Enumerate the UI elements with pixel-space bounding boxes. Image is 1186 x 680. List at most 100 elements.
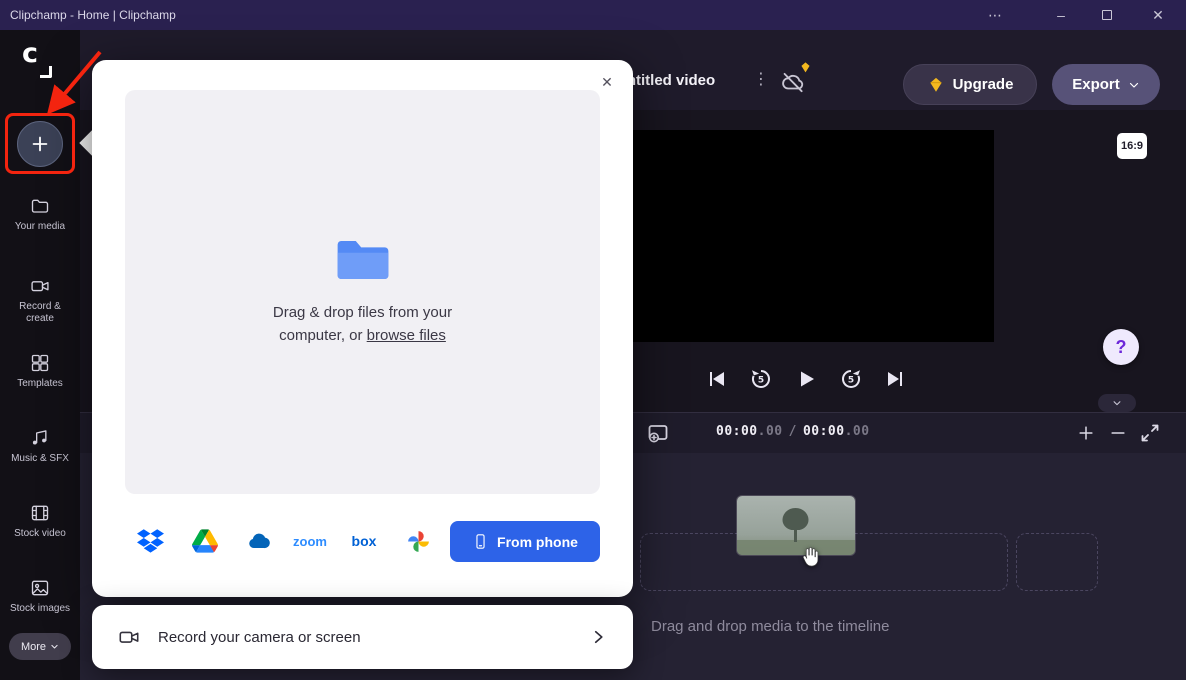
svg-text:5: 5 bbox=[758, 376, 764, 386]
google-drive-icon bbox=[192, 529, 218, 553]
app-window: Clipchamp - Home | Clipchamp ⋯ – ✕ Untit… bbox=[0, 0, 1186, 680]
kebab-icon: ⋮ bbox=[753, 71, 769, 88]
time-separator: / bbox=[789, 424, 797, 439]
import-zoom-button[interactable]: zoom bbox=[288, 522, 332, 560]
logo-bracket-icon bbox=[40, 66, 52, 78]
rewind-5s-button[interactable]: 5 bbox=[748, 366, 774, 392]
forward-5-icon: 5 bbox=[839, 367, 863, 391]
sidebar-item-music-sfx[interactable]: Music & SFX bbox=[0, 428, 80, 465]
play-button[interactable] bbox=[793, 366, 819, 392]
window-close-button[interactable]: ✕ bbox=[1130, 0, 1186, 30]
modal-close-button[interactable]: ✕ bbox=[597, 72, 617, 92]
add-media-plus-button[interactable] bbox=[17, 121, 63, 167]
import-dropbox-button[interactable] bbox=[128, 522, 172, 560]
skip-back-icon bbox=[704, 367, 728, 391]
upgrade-button[interactable]: Upgrade bbox=[903, 64, 1037, 105]
export-label: Export bbox=[1072, 76, 1120, 93]
logo-letter: c bbox=[22, 38, 38, 69]
aspect-ratio-badge[interactable]: 16:9 bbox=[1117, 133, 1147, 159]
browse-files-link[interactable]: browse files bbox=[367, 327, 446, 344]
from-phone-label: From phone bbox=[497, 534, 578, 550]
sidebar-item-label: Templates bbox=[4, 378, 76, 390]
close-icon: ✕ bbox=[1152, 7, 1164, 24]
premium-badge-icon bbox=[799, 61, 812, 74]
add-media-to-timeline-icon[interactable] bbox=[646, 421, 670, 445]
import-media-modal: ✕ Drag & drop files from your computer, … bbox=[92, 60, 633, 597]
tree-landscape-image bbox=[737, 496, 855, 555]
time-total-frac: .00 bbox=[845, 424, 870, 439]
file-dropzone[interactable]: Drag & drop files from your computer, or… bbox=[125, 90, 600, 494]
help-button[interactable]: ? bbox=[1103, 329, 1139, 365]
dropzone-instruction-prefix: computer, or bbox=[279, 327, 367, 344]
export-button[interactable]: Export bbox=[1052, 64, 1160, 105]
window-more-button[interactable]: ⋯ bbox=[972, 0, 1018, 30]
onedrive-icon bbox=[244, 528, 274, 554]
sidebar-item-your-media[interactable]: Your media bbox=[0, 196, 80, 233]
dropzone-instruction-line2: computer, or browse files bbox=[279, 324, 446, 347]
zoom-logo-text: zoom bbox=[293, 534, 327, 549]
clipchamp-logo[interactable]: c bbox=[16, 40, 60, 80]
minimize-icon: – bbox=[1057, 7, 1065, 23]
forward-5s-button[interactable]: 5 bbox=[838, 366, 864, 392]
sidebar-item-stock-video[interactable]: Stock video bbox=[0, 503, 80, 540]
phone-icon bbox=[472, 533, 489, 550]
timeline-drop-hint: Drag and drop media to the timeline bbox=[651, 618, 889, 635]
time-current: 00:00 bbox=[716, 424, 758, 439]
sidebar-item-label: Your media bbox=[4, 221, 76, 233]
from-phone-button[interactable]: From phone bbox=[450, 521, 600, 562]
box-logo-text: box bbox=[352, 533, 377, 549]
rewind-5-icon: 5 bbox=[749, 367, 773, 391]
timecode-display: 00:00.00/00:00.00 bbox=[716, 424, 870, 439]
play-icon bbox=[794, 367, 818, 391]
svg-text:5: 5 bbox=[848, 376, 854, 386]
sidebar-item-label: Stock images bbox=[4, 603, 76, 615]
grab-hand-cursor-icon bbox=[797, 544, 821, 568]
time-current-frac: .00 bbox=[758, 424, 783, 439]
record-bar-label: Record your camera or screen bbox=[158, 629, 361, 646]
sidebar-item-templates[interactable]: Templates bbox=[0, 353, 80, 390]
sidebar-item-stock-images[interactable]: Stock images bbox=[0, 578, 80, 615]
skip-to-start-button[interactable] bbox=[703, 366, 729, 392]
video-title-menu-button[interactable]: ⋮ bbox=[749, 68, 773, 92]
blue-folder-icon bbox=[334, 237, 392, 283]
music-note-icon bbox=[30, 428, 50, 448]
video-camera-icon bbox=[30, 276, 50, 296]
image-icon bbox=[30, 578, 50, 598]
fit-timeline-button[interactable] bbox=[1138, 421, 1162, 445]
dropzone-instruction-line1: Drag & drop files from your bbox=[273, 301, 452, 324]
film-strip-icon bbox=[30, 503, 50, 523]
upgrade-label: Upgrade bbox=[953, 76, 1014, 93]
dragged-media-thumbnail[interactable] bbox=[737, 496, 855, 555]
record-camera-screen-button[interactable]: Record your camera or screen bbox=[92, 605, 633, 669]
window-maximize-button[interactable] bbox=[1084, 0, 1130, 30]
timeline-drop-track-2[interactable] bbox=[1016, 533, 1098, 591]
playback-controls: 5 5 bbox=[703, 366, 909, 392]
window-title: Clipchamp - Home | Clipchamp bbox=[10, 8, 176, 22]
sidebar-item-record-create[interactable]: Record & create bbox=[0, 276, 80, 325]
folder-icon bbox=[30, 196, 50, 216]
import-google-photos-button[interactable] bbox=[396, 522, 440, 560]
dropbox-icon bbox=[137, 529, 164, 553]
chevron-down-icon bbox=[50, 642, 59, 651]
skip-forward-icon bbox=[884, 367, 908, 391]
more-label: More bbox=[21, 641, 46, 653]
zoom-out-timeline-button[interactable] bbox=[1108, 423, 1128, 443]
zoom-in-timeline-button[interactable] bbox=[1076, 423, 1096, 443]
google-photos-icon bbox=[406, 529, 431, 554]
templates-grid-icon bbox=[30, 353, 50, 373]
time-total: 00:00 bbox=[803, 424, 845, 439]
window-minimize-button[interactable]: – bbox=[1038, 0, 1084, 30]
maximize-icon bbox=[1102, 10, 1112, 20]
diamond-icon bbox=[927, 76, 945, 94]
import-google-drive-button[interactable] bbox=[183, 522, 227, 560]
collapse-controls-button[interactable] bbox=[1098, 394, 1136, 412]
skip-to-end-button[interactable] bbox=[883, 366, 909, 392]
chevron-down-icon bbox=[1128, 79, 1140, 91]
sidebar-more-button[interactable]: More bbox=[9, 633, 71, 660]
chevron-down-icon bbox=[1112, 398, 1122, 408]
sidebar-item-label: Stock video bbox=[4, 528, 76, 540]
import-onedrive-button[interactable] bbox=[237, 522, 281, 560]
import-box-button[interactable]: box bbox=[342, 522, 386, 560]
sidebar-item-label: Record & create bbox=[4, 301, 76, 325]
ellipsis-icon: ⋯ bbox=[988, 7, 1002, 24]
